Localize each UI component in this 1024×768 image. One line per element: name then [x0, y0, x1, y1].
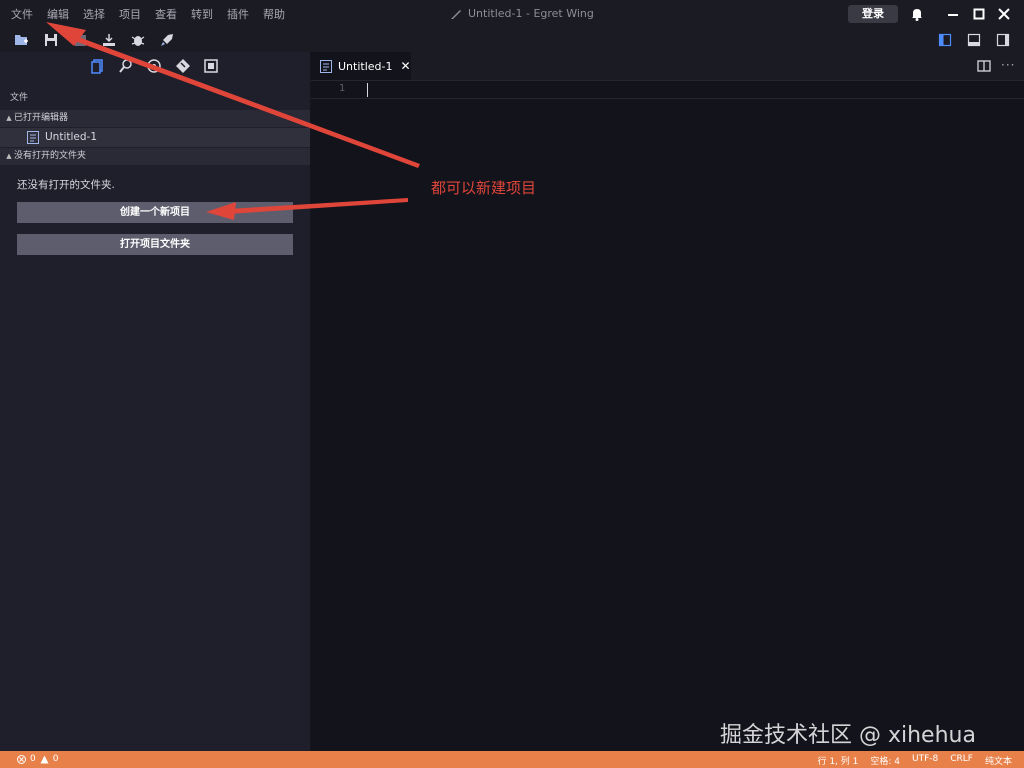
resources-icon[interactable]: [203, 58, 219, 74]
warning-count: 0: [52, 754, 59, 764]
menu-plugins[interactable]: 插件: [220, 6, 256, 22]
open-file-label: Untitled-1: [45, 131, 98, 143]
title-bar: 文件 编辑 选择 项目 查看 转到 插件 帮助 Untitled-1 - Egr…: [0, 0, 1024, 28]
status-right: 行 1, 列 1 空格: 4 UTF-8 CRLF 纯文本: [817, 754, 1012, 767]
search-icon[interactable]: [118, 58, 134, 74]
editor-area: Untitled-1 ✕ ··· 1: [311, 52, 1024, 751]
menu-edit[interactable]: 编辑: [40, 6, 76, 22]
line-ending[interactable]: CRLF: [950, 754, 973, 767]
problems-indicator[interactable]: 0 0: [17, 754, 58, 764]
explorer-icon[interactable]: [90, 58, 106, 74]
window-title: Untitled-1 - Egret Wing: [450, 7, 594, 20]
debug-icon[interactable]: [130, 32, 146, 48]
error-count: 0: [30, 754, 36, 764]
menu-help[interactable]: 帮助: [256, 6, 292, 22]
new-project-icon[interactable]: [13, 32, 29, 48]
collapse-triangle-icon: ▲: [6, 114, 12, 122]
window-title-text: Untitled-1 - Egret Wing: [468, 7, 594, 20]
run-rocket-icon[interactable]: [159, 32, 175, 48]
error-icon: [17, 754, 26, 764]
open-file-item[interactable]: Untitled-1: [0, 128, 310, 147]
extensions-icon[interactable]: [146, 58, 162, 74]
no-folder-section[interactable]: ▲ 没有打开的文件夹: [0, 148, 310, 165]
collapse-triangle-icon: ▲: [6, 152, 12, 160]
explorer-title: 文件: [10, 93, 29, 103]
split-editor-icon[interactable]: [977, 59, 991, 73]
toggle-sidebar-icon[interactable]: [937, 32, 953, 48]
line-number: 1: [339, 83, 346, 94]
no-folder-message: 还没有打开的文件夹.: [17, 179, 115, 191]
close-tab-icon[interactable]: ✕: [400, 59, 410, 73]
cursor-position[interactable]: 行 1, 列 1: [817, 754, 858, 767]
tab-bar: Untitled-1 ✕ ···: [311, 52, 1024, 80]
open-editors-section[interactable]: ▲ 已打开编辑器: [0, 110, 310, 127]
menu-view[interactable]: 查看: [148, 6, 184, 22]
save-icon[interactable]: [43, 32, 59, 48]
login-button[interactable]: 登录: [848, 5, 898, 23]
tab-untitled-1[interactable]: Untitled-1 ✕: [311, 52, 411, 80]
menu-go[interactable]: 转到: [184, 6, 220, 22]
encoding[interactable]: UTF-8: [912, 754, 938, 767]
egret-logo-icon: [451, 9, 461, 19]
language-mode[interactable]: 纯文本: [985, 754, 1012, 767]
sidebar: 文件 ▲ 已打开编辑器 Untitled-1 ▲ 没有打开的文件夹 还没有打开的文件…: [0, 52, 310, 751]
git-icon[interactable]: [175, 58, 191, 74]
menu-project[interactable]: 项目: [112, 6, 148, 22]
minimize-icon[interactable]: [945, 6, 961, 22]
file-icon: [27, 131, 39, 144]
menu-file[interactable]: 文件: [4, 6, 40, 22]
open-folder-button[interactable]: 打开项目文件夹: [17, 234, 293, 255]
open-editors-label: 已打开编辑器: [14, 113, 69, 123]
warning-icon: [40, 755, 49, 763]
publish-icon[interactable]: [101, 32, 117, 48]
file-icon: [320, 59, 332, 73]
tab-label: Untitled-1: [338, 59, 393, 73]
bell-icon[interactable]: [909, 6, 925, 22]
activity-tabs: [0, 52, 310, 80]
text-cursor: [367, 83, 368, 97]
annotation-text: 都可以新建项目: [431, 179, 537, 197]
menu-selection[interactable]: 选择: [76, 6, 112, 22]
watermark: 掘金技术社区 @ xihehua: [720, 723, 976, 748]
no-folder-section-label: 没有打开的文件夹: [14, 151, 87, 161]
menu-bar: 文件 编辑 选择 项目 查看 转到 插件 帮助: [4, 0, 292, 28]
toggle-panel-icon[interactable]: [966, 32, 982, 48]
save-all-icon[interactable]: [72, 32, 88, 48]
indentation[interactable]: 空格: 4: [870, 754, 900, 767]
status-bar: 0 0 行 1, 列 1 空格: 4 UTF-8 CRLF 纯文本: [0, 751, 1024, 768]
create-project-button[interactable]: 创建一个新项目: [17, 202, 293, 223]
maximize-icon[interactable]: [971, 6, 987, 22]
more-actions-icon[interactable]: ···: [1001, 58, 1015, 72]
toggle-right-panel-icon[interactable]: [995, 32, 1011, 48]
toolbar: [0, 28, 1024, 53]
current-line[interactable]: 1: [311, 80, 1024, 99]
close-window-icon[interactable]: [996, 6, 1012, 22]
